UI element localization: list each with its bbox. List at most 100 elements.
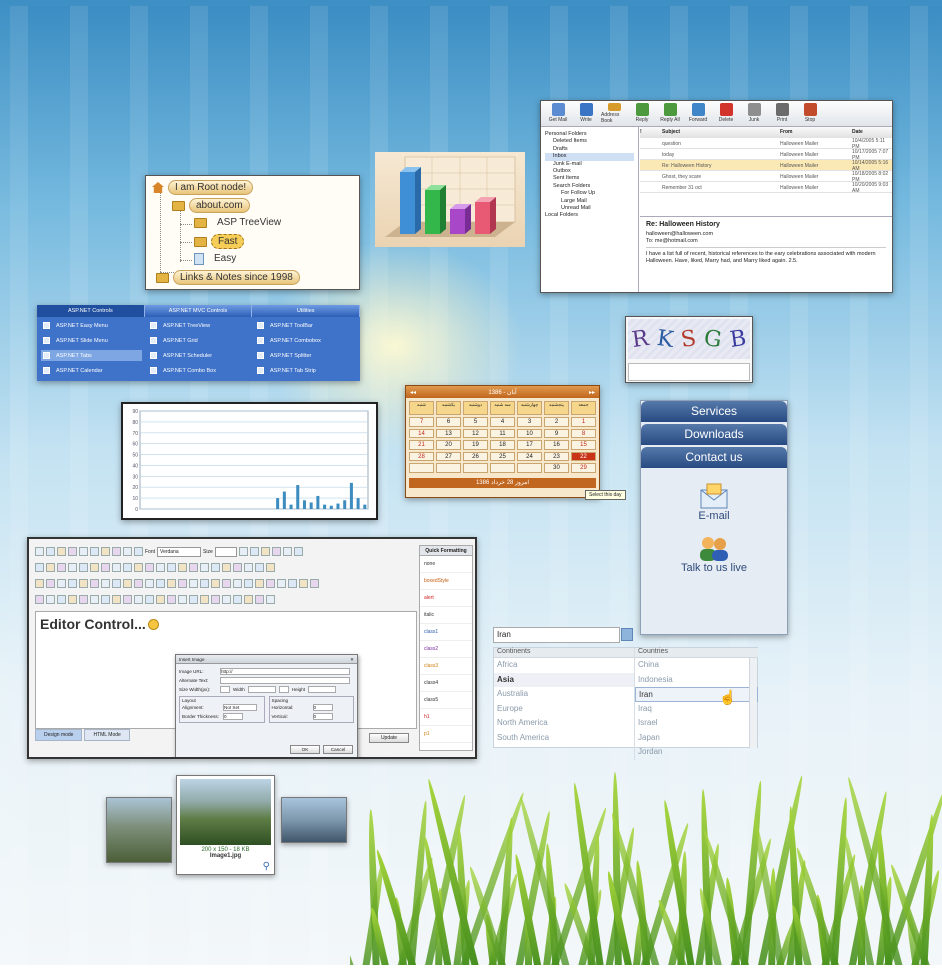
calendar-day[interactable]: 16 [544, 440, 569, 450]
toolbar-button[interactable]: Address Book [601, 103, 627, 124]
editor-tool-icon[interactable] [101, 547, 110, 556]
menu-item[interactable]: ASP.NET Combobox [255, 335, 356, 346]
editor-tool-icon[interactable] [156, 579, 165, 588]
toolbar-button[interactable]: Delete [713, 103, 739, 124]
folder-item[interactable]: Personal Folders [545, 131, 634, 138]
editor-tool-icon[interactable] [68, 563, 77, 572]
editor-tool-icon[interactable] [90, 547, 99, 556]
toolbar-button[interactable]: Get Mail [545, 103, 571, 124]
calendar-day[interactable] [436, 463, 461, 473]
image-url-input[interactable]: http:// [220, 668, 350, 675]
calendar-day[interactable]: 23 [544, 451, 569, 461]
horizontal-input[interactable]: 0 [312, 704, 333, 711]
editor-tool-icon[interactable] [255, 579, 264, 588]
calendar-day[interactable]: 11 [490, 428, 515, 438]
editor-tool-icon[interactable] [134, 595, 143, 604]
quick-format-item[interactable]: h1 [420, 709, 472, 726]
message-row[interactable]: Re: Halloween History Halloween Mailer 10/… [640, 160, 892, 172]
editor-tool-icon[interactable] [266, 563, 275, 572]
editor-tool-icon[interactable] [57, 595, 66, 604]
border-input[interactable]: 0 [223, 713, 243, 720]
editor-tool-icon[interactable] [79, 595, 88, 604]
quick-format-item[interactable]: class5 [420, 692, 472, 709]
calendar-day[interactable]: 25 [490, 451, 515, 461]
search-input[interactable]: Iran [493, 627, 620, 643]
tree-node-links[interactable]: Links & Notes since 1998 [156, 270, 300, 285]
editor-tool-icon[interactable] [249, 547, 259, 556]
editor-tool-icon[interactable] [123, 563, 132, 572]
country-item[interactable]: Indonesia [635, 673, 758, 688]
country-item[interactable]: Israel [635, 716, 758, 731]
photo-thumbnail-right[interactable] [281, 797, 347, 843]
editor-tool-icon[interactable] [255, 595, 264, 604]
editor-tool-icon[interactable] [112, 563, 121, 572]
continent-item[interactable]: Africa [494, 658, 634, 673]
height-input[interactable] [308, 686, 337, 693]
col-subject[interactable]: Subject [662, 129, 762, 135]
editor-tool-icon[interactable] [189, 595, 198, 604]
editor-tool-icon[interactable] [156, 595, 165, 604]
editor-tool-icon[interactable] [134, 563, 143, 572]
calendar-day[interactable]: 10 [517, 428, 542, 438]
list-scrollbar[interactable] [749, 658, 757, 748]
editor-tool-icon[interactable] [46, 547, 55, 556]
tab-html-mode[interactable]: HTML Mode [84, 729, 130, 741]
editor-tool-icon[interactable] [167, 595, 176, 604]
continent-item[interactable]: Europe [494, 702, 634, 717]
editor-tool-icon[interactable] [282, 547, 292, 556]
calendar-day[interactable]: 4 [490, 417, 515, 427]
quick-format-item[interactable]: p1 [420, 726, 472, 743]
editor-tool-icon[interactable] [178, 595, 187, 604]
editor-tool-icon[interactable] [57, 579, 66, 588]
menu-top-mvc-controls[interactable]: ASP.NET MVC Controls [145, 305, 253, 317]
menu-item[interactable]: ASP.NET Splitter [255, 350, 356, 361]
editor-tool-icon[interactable] [46, 579, 55, 588]
editor-tool-icon[interactable] [299, 579, 308, 588]
calendar-day[interactable]: 12 [463, 428, 488, 438]
folder-item[interactable]: Sent Items [545, 175, 634, 182]
calendar-day[interactable]: 15 [571, 440, 596, 450]
calendar-day[interactable] [517, 463, 542, 473]
calendar-day[interactable]: 13 [436, 428, 461, 438]
captcha-input[interactable] [628, 363, 750, 381]
editor-tool-icon[interactable] [35, 547, 44, 556]
menu-item[interactable]: ASP.NET Tab Strip [255, 365, 356, 376]
quick-format-item[interactable]: class4 [420, 675, 472, 692]
folder-item[interactable]: Local Folders [545, 212, 634, 219]
editor-tool-icon[interactable] [266, 595, 275, 604]
col-from[interactable]: From [780, 129, 852, 135]
editor-tool-icon[interactable] [277, 579, 286, 588]
photo-thumbnail-selected[interactable]: 200 x 150 - 18 KB Image1.jpg ⚲ [176, 775, 275, 875]
height-checkbox[interactable] [278, 686, 289, 693]
editor-tool-icon[interactable] [200, 563, 209, 572]
editor-tool-icon[interactable] [123, 547, 132, 556]
update-button[interactable]: Update [369, 733, 409, 743]
editor-tool-icon[interactable] [244, 579, 253, 588]
message-row[interactable]: question Halloween Mailer 10/4/2005 5:11 P… [640, 138, 892, 150]
country-item[interactable]: Jordan [635, 745, 758, 760]
calendar-day[interactable]: 1 [571, 417, 596, 427]
message-row[interactable]: Ghost, they scare Halloween Mailer 10/18/2… [640, 171, 892, 183]
tree-node-about[interactable]: about.com [172, 198, 250, 213]
menu-item[interactable]: ASP.NET Slide Menu [41, 335, 142, 346]
editor-tool-icon[interactable] [123, 579, 132, 588]
calendar-day[interactable]: 17 [517, 440, 542, 450]
calendar-day[interactable]: 14 [409, 428, 434, 438]
editor-tool-icon[interactable] [310, 579, 319, 588]
editor-tool-icon[interactable] [222, 595, 231, 604]
calendar-day[interactable]: 26 [463, 451, 488, 461]
calendar-day[interactable]: 5 [463, 417, 488, 427]
editor-tool-icon[interactable] [35, 595, 44, 604]
quick-format-item[interactable]: class1 [420, 624, 472, 641]
email-link[interactable]: E-mail [641, 482, 787, 522]
live-chat-link[interactable]: Talk to us live [641, 536, 787, 574]
continent-item[interactable]: Australia [494, 687, 634, 702]
editor-tool-icon[interactable] [260, 547, 270, 556]
toolbar-button[interactable]: Write [573, 103, 599, 124]
editor-tool-icon[interactable] [271, 547, 281, 556]
calendar-day[interactable]: 2 [544, 417, 569, 427]
width-checkbox[interactable] [220, 686, 230, 693]
menu-item[interactable]: ASP.NET Combo Box [148, 365, 249, 376]
editor-tool-icon[interactable] [57, 563, 66, 572]
calendar-day[interactable]: 30 [544, 463, 569, 473]
